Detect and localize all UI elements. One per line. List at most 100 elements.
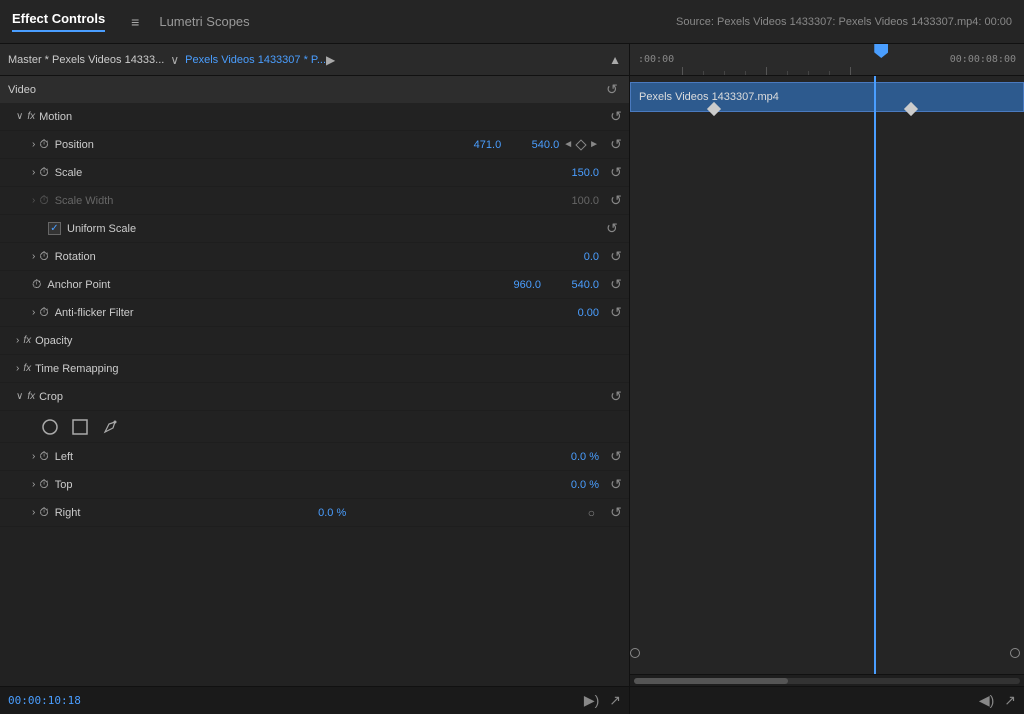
anti-flicker-chevron-icon[interactable]: ›	[32, 307, 35, 318]
pen-tool-btn[interactable]	[100, 417, 120, 437]
scroll-up-icon[interactable]: ▲	[609, 53, 621, 67]
scale-width-chevron-icon: ›	[32, 195, 35, 206]
crop-tools-row	[0, 411, 629, 443]
crop-top-stopwatch-icon[interactable]: ⏱	[39, 477, 48, 492]
fx-motion-row: ∨ fx Motion ↺	[0, 103, 629, 131]
anchor-reset-btn[interactable]: ↺	[607, 276, 625, 293]
play-arrow-icon[interactable]: ▶	[326, 53, 335, 67]
source-chevron-icon[interactable]: ∨	[170, 53, 179, 67]
timecode: 00:00:10:18	[8, 694, 81, 707]
anti-flicker-value[interactable]: 0.00	[549, 307, 599, 319]
prev-frame-icon[interactable]: ◀)	[979, 692, 994, 709]
master-label[interactable]: Master * Pexels Videos 14333...	[8, 54, 164, 66]
motion-reset-btn[interactable]: ↺	[607, 108, 625, 125]
anchor-x-value[interactable]: 960.0	[491, 279, 541, 291]
scale-chevron-icon[interactable]: ›	[32, 167, 35, 178]
tab-menu-icon[interactable]: ≡	[131, 14, 139, 30]
crop-label[interactable]: Crop	[39, 391, 319, 403]
next-frame-icon[interactable]: ↗	[1004, 692, 1016, 709]
playhead[interactable]	[874, 44, 888, 58]
position-reset-btn[interactable]: ↺	[607, 136, 625, 153]
opacity-label[interactable]: Opacity	[35, 335, 625, 347]
fx-crop-row: ∨ fx Crop ↺	[0, 383, 629, 411]
scale-width-reset-btn[interactable]: ↺	[607, 192, 625, 209]
scrollbar-track[interactable]	[634, 678, 1020, 684]
crop-left-chevron-icon[interactable]: ›	[32, 451, 35, 462]
crop-right-label: Right	[55, 507, 297, 519]
clip-name[interactable]: Pexels Videos 1433307 * P...	[185, 54, 326, 66]
scale-value[interactable]: 150.0	[549, 167, 599, 179]
next-keyframe-icon[interactable]: ►	[589, 139, 599, 150]
checkbox-check-icon: ✓	[50, 223, 58, 234]
time-remap-chevron-icon[interactable]: ›	[16, 363, 19, 374]
keyframe-circle-right[interactable]	[1010, 648, 1020, 658]
uniform-scale-label: Uniform Scale	[67, 223, 136, 235]
position-x-value[interactable]: 471.0	[451, 139, 501, 151]
crop-left-label: Left	[55, 451, 549, 463]
position-y-value[interactable]: 540.0	[509, 139, 559, 151]
fx-badge-crop: fx	[27, 391, 35, 402]
crop-reset-btn[interactable]: ↺	[607, 388, 625, 405]
rotation-chevron-icon[interactable]: ›	[32, 251, 35, 262]
crop-left-stopwatch-icon[interactable]: ⏱	[39, 449, 48, 464]
video-reset-btn[interactable]: ↺	[603, 81, 621, 98]
position-row: › ⏱ Position 471.0 540.0 ◄ ► ↺	[0, 131, 629, 159]
scale-width-stopwatch-icon: ⏱	[39, 193, 48, 208]
tab-effect-controls[interactable]: Effect Controls	[12, 11, 105, 32]
ellipse-tool-btn[interactable]	[40, 417, 60, 437]
crop-top-value[interactable]: 0.0 %	[549, 479, 599, 491]
anchor-y-value[interactable]: 540.0	[549, 279, 599, 291]
scale-width-value: 100.0	[549, 195, 599, 207]
ruler-tick-6	[787, 71, 788, 75]
ruler-ticks	[674, 44, 950, 75]
crop-right-chevron-icon[interactable]: ›	[32, 507, 35, 518]
position-stopwatch-icon[interactable]: ⏱	[39, 137, 48, 152]
rotation-row: › ⏱ Rotation 0.0 ↺	[0, 243, 629, 271]
rotation-value[interactable]: 0.0	[549, 251, 599, 263]
position-nav: ◄ ►	[563, 139, 599, 150]
crop-top-chevron-icon[interactable]: ›	[32, 479, 35, 490]
position-chevron-icon[interactable]: ›	[32, 139, 35, 150]
uniform-scale-reset-btn[interactable]: ↺	[603, 220, 621, 237]
rotation-stopwatch-icon[interactable]: ⏱	[39, 249, 48, 264]
status-bar: 00:00:10:18 ▶) ↗	[0, 686, 629, 714]
anchor-stopwatch-icon[interactable]: ⏱	[32, 277, 41, 292]
scale-stopwatch-icon[interactable]: ⏱	[39, 165, 48, 180]
crop-right-reset-btn[interactable]: ↺	[607, 504, 625, 521]
ruler-tick-2	[703, 71, 704, 75]
crop-left-reset-btn[interactable]: ↺	[607, 448, 625, 465]
rotation-reset-btn[interactable]: ↺	[607, 248, 625, 265]
timeline-clip[interactable]: Pexels Videos 1433307.mp4	[630, 82, 1024, 112]
anti-flicker-stopwatch-icon[interactable]: ⏱	[39, 305, 48, 320]
motion-chevron-icon[interactable]: ∨	[16, 111, 23, 122]
main-layout: Master * Pexels Videos 14333... ∨ Pexels…	[0, 44, 1024, 714]
uniform-scale-checkbox[interactable]: ✓	[48, 222, 61, 235]
crop-right-stopwatch-icon[interactable]: ⏱	[39, 505, 48, 520]
rectangle-tool-btn[interactable]	[70, 417, 90, 437]
crop-chevron-icon[interactable]: ∨	[16, 391, 23, 402]
anti-flicker-reset-btn[interactable]: ↺	[607, 304, 625, 321]
export-icon[interactable]: ↗	[609, 692, 621, 709]
crop-top-reset-btn[interactable]: ↺	[607, 476, 625, 493]
timeline-area: Pexels Videos 1433307.mp4	[630, 76, 1024, 674]
fx-opacity-row: › fx Opacity	[0, 327, 629, 355]
prev-keyframe-icon[interactable]: ◄	[563, 139, 573, 150]
add-keyframe-btn[interactable]	[575, 139, 586, 150]
opacity-chevron-icon[interactable]: ›	[16, 335, 19, 346]
source-label: Source: Pexels Videos 1433307: Pexels Vi…	[676, 16, 1012, 28]
scrollbar-thumb[interactable]	[634, 678, 788, 684]
scale-label: Scale	[55, 167, 549, 179]
playhead-line	[874, 76, 876, 674]
keyframe-circle-left[interactable]	[630, 648, 640, 658]
crop-right-value[interactable]: 0.0 %	[296, 507, 346, 519]
section-video-label: Video	[8, 84, 36, 96]
render-icon[interactable]: ▶)	[584, 692, 599, 709]
tab-lumetri-scopes[interactable]: Lumetri Scopes	[159, 14, 249, 29]
ruler-tick-1	[682, 67, 683, 75]
right-status-bar: ◀) ↗	[630, 686, 1024, 714]
motion-label[interactable]: Motion	[39, 111, 319, 123]
crop-left-value[interactable]: 0.0 %	[549, 451, 599, 463]
scale-reset-btn[interactable]: ↺	[607, 164, 625, 181]
time-remap-label[interactable]: Time Remapping	[35, 363, 625, 375]
fx-badge-opacity: fx	[23, 335, 31, 346]
